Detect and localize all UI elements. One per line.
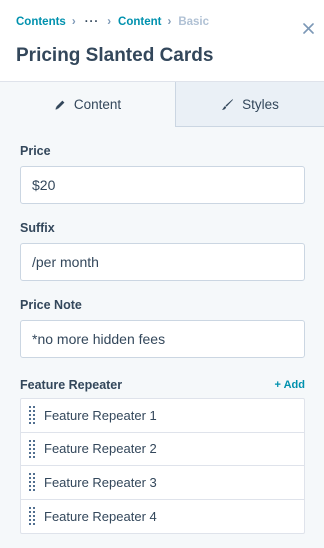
list-item-label: Feature Repeater 3 — [44, 474, 157, 490]
list-item-label: Feature Repeater 4 — [44, 508, 157, 524]
list-item[interactable]: Feature Repeater 2 — [21, 433, 304, 466]
price-note-input[interactable] — [20, 320, 305, 358]
tab-content[interactable]: Content — [0, 82, 176, 127]
breadcrumb-current: Basic — [178, 16, 209, 28]
tab-styles[interactable]: Styles — [176, 82, 324, 127]
breadcrumb-content-link[interactable]: Content — [118, 16, 161, 28]
drag-handle-icon[interactable] — [29, 439, 35, 458]
close-button[interactable] — [298, 20, 318, 40]
close-icon — [302, 21, 314, 39]
breadcrumb: Contents › ··· › Content › Basic — [16, 16, 209, 28]
repeater-list: Feature Repeater 1 Feature Repeater 2 Fe… — [20, 398, 305, 534]
price-label: Price — [20, 144, 51, 158]
repeater-title: Feature Repeater — [20, 378, 123, 392]
breadcrumb-ellipsis[interactable]: ··· — [85, 16, 100, 28]
tab-bar: Content Styles — [0, 82, 324, 127]
drag-handle-icon[interactable] — [29, 406, 35, 425]
breadcrumb-separator: › — [107, 16, 112, 28]
breadcrumb-contents-link[interactable]: Contents — [16, 16, 66, 28]
list-item[interactable]: Feature Repeater 3 — [21, 466, 304, 500]
suffix-label: Suffix — [20, 221, 55, 235]
tab-content-label: Content — [73, 97, 122, 112]
page-title: Pricing Slanted Cards — [16, 45, 214, 66]
breadcrumb-separator: › — [71, 16, 76, 28]
list-item-label: Feature Repeater 1 — [44, 407, 157, 423]
list-item[interactable]: Feature Repeater 1 — [21, 399, 304, 433]
breadcrumb-separator: › — [167, 16, 172, 28]
repeater-header: Feature Repeater + Add — [20, 378, 305, 392]
suffix-input[interactable] — [20, 243, 305, 281]
list-item-label: Feature Repeater 2 — [44, 441, 157, 457]
content-fields: Price Suffix Price Note Feature Repeater… — [0, 144, 324, 534]
pencil-icon — [54, 99, 66, 111]
add-repeater-item-button[interactable]: + Add — [275, 379, 305, 391]
drag-handle-icon[interactable] — [29, 507, 35, 526]
price-input[interactable] — [20, 166, 305, 204]
brush-icon — [221, 98, 234, 111]
price-note-label: Price Note — [20, 298, 82, 312]
drag-handle-icon[interactable] — [29, 473, 35, 492]
panel-header: Contents › ··· › Content › Basic Pricing… — [0, 0, 324, 82]
list-item[interactable]: Feature Repeater 4 — [21, 500, 304, 534]
tab-styles-label: Styles — [242, 96, 279, 112]
